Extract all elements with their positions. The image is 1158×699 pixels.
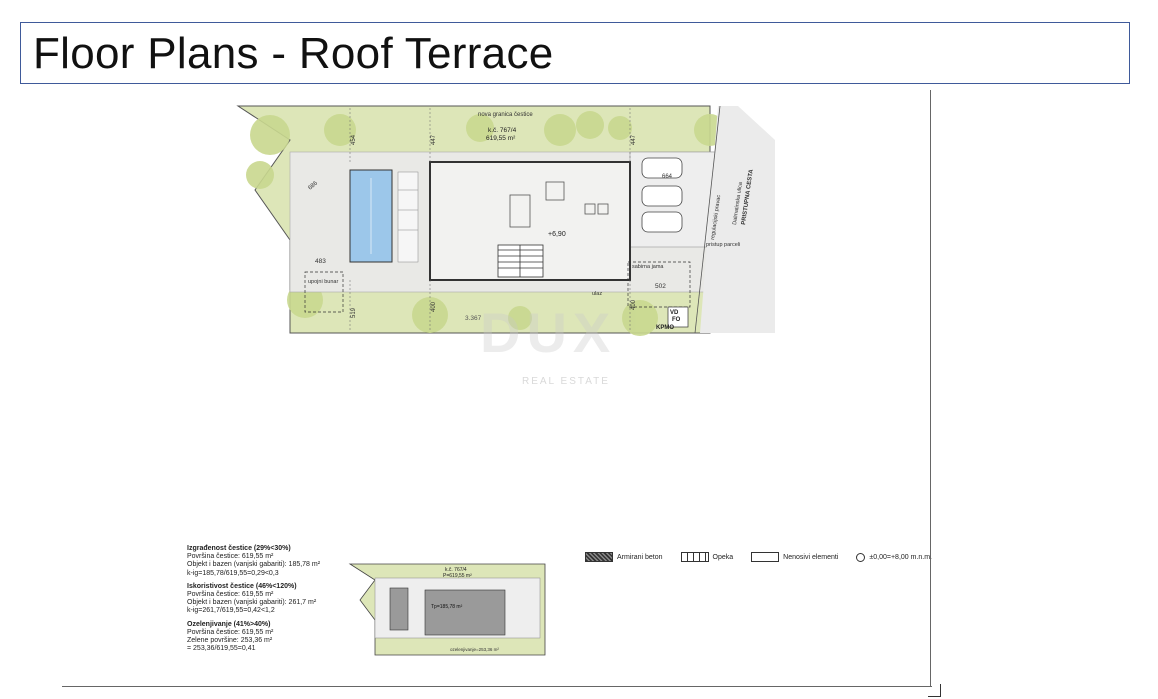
parcel-id: k.č. 767/4 (488, 127, 517, 134)
legend-item-level: ±0,00=+8,00 m.n.m. (856, 552, 933, 562)
parcel-top-label: nova granica čestice (478, 112, 533, 118)
mini-green: ozelenjivanje=253,36 m² (450, 647, 499, 652)
sabirna-jama-label: sabirna jama (632, 264, 664, 270)
mini-plan: k.č. 767/4 P=619,55 m² Tp=185,78 m² ozel… (348, 563, 546, 656)
left-dim: 483 (315, 258, 326, 265)
stats-group-izgradenost: Izgrađenost čestice (29%<30%) Površina č… (187, 545, 320, 578)
stats-title: Iskoristivost čestice (46%<120%) (187, 582, 297, 590)
stats-line: k-ig=185,78/619,55=0,29<0,3 (187, 569, 279, 577)
stairs (497, 244, 544, 278)
dim-2: 447 (431, 134, 437, 145)
right-dim: 502 (655, 283, 666, 290)
legend-item-opeka: Opeka (680, 552, 734, 562)
dim-3: 447 (631, 134, 637, 145)
stats-line: Površina čestice: 619,55 m² (187, 591, 274, 599)
stats-group-ozelenjivanje: Ozelenjivanje (41%>40%) Površina čestice… (187, 621, 320, 654)
elevation-label: +6,90 (548, 231, 566, 238)
swatch-nenosivi (751, 552, 780, 562)
title-box: Floor Plans - Roof Terrace (20, 22, 1130, 84)
legend-item-nenosivi: Nenosivi elementi (751, 552, 838, 562)
stats-title: Izgrađenost čestice (29%<30%) (187, 545, 291, 552)
mini-tp: Tp=185,78 m² (431, 604, 463, 610)
sheet-corner (928, 684, 941, 697)
stats-line: Objekt i bazen (vanjski gabariti): 185,7… (187, 561, 321, 569)
watermark-sub: REAL ESTATE (522, 376, 610, 387)
cars (641, 157, 683, 233)
dim-4: 519 (351, 307, 357, 318)
right-top-dim: 664 (662, 174, 673, 180)
fo-label: FO (672, 317, 681, 323)
stats-line: Objekt i bazen (vanjski gabariti): 261,7… (187, 599, 317, 607)
stats-title: Ozelenjivanje (41%>40%) (187, 620, 271, 628)
level-icon (856, 552, 866, 562)
watermark-logo: DUX (480, 301, 617, 364)
parcel-area: 619,55 m² (486, 135, 516, 142)
legend-label: Opeka (712, 553, 734, 561)
legend-label: ±0,00=+8,00 m.n.m. (869, 553, 933, 561)
vd-label: VD (670, 310, 679, 316)
dim-6: 400 (631, 299, 637, 310)
stats-line: Zelene površine: 253,36 m² (187, 637, 273, 645)
legend-label: Nenosivi elementi (783, 553, 839, 561)
sheet-border-bottom (62, 686, 932, 687)
kpmo-label: KPMO (656, 325, 674, 331)
page-title: Floor Plans - Roof Terrace (33, 29, 554, 78)
legend-label: Armirani beton (617, 553, 663, 561)
swatch-armirani (585, 552, 613, 562)
stats-line: k-ig=261,7/619,55=0,42<1,2 (187, 607, 275, 615)
legend-item-armirani: Armirani beton (585, 552, 663, 562)
sheet-border-right (930, 90, 931, 686)
stats-line: Površina čestice: 619,55 m² (187, 553, 274, 561)
stats-line: Površina čestice: 619,55 m² (187, 628, 274, 636)
mini-parcel-area: P=619,55 m² (443, 573, 472, 579)
stats-group-iskoristivost: Iskoristivost čestice (46%<120%) Površin… (187, 583, 320, 616)
stats-line: = 253,36/619,55=0,41 (187, 645, 256, 653)
ulaz-label: ulaz (592, 291, 602, 297)
legend: Armirani beton Opeka Nenosivi elementi ±… (585, 552, 944, 562)
stats-block: Izgrađenost čestice (29%<30%) Površina č… (187, 545, 320, 658)
pristup-label: pristup parceli (706, 242, 740, 248)
upojni-bunar-label: upojni bunar (308, 279, 338, 285)
dim-5: 400 (431, 301, 437, 312)
swatch-opeka (680, 552, 709, 562)
dim-1: 454 (351, 134, 357, 145)
loungers (397, 171, 419, 263)
